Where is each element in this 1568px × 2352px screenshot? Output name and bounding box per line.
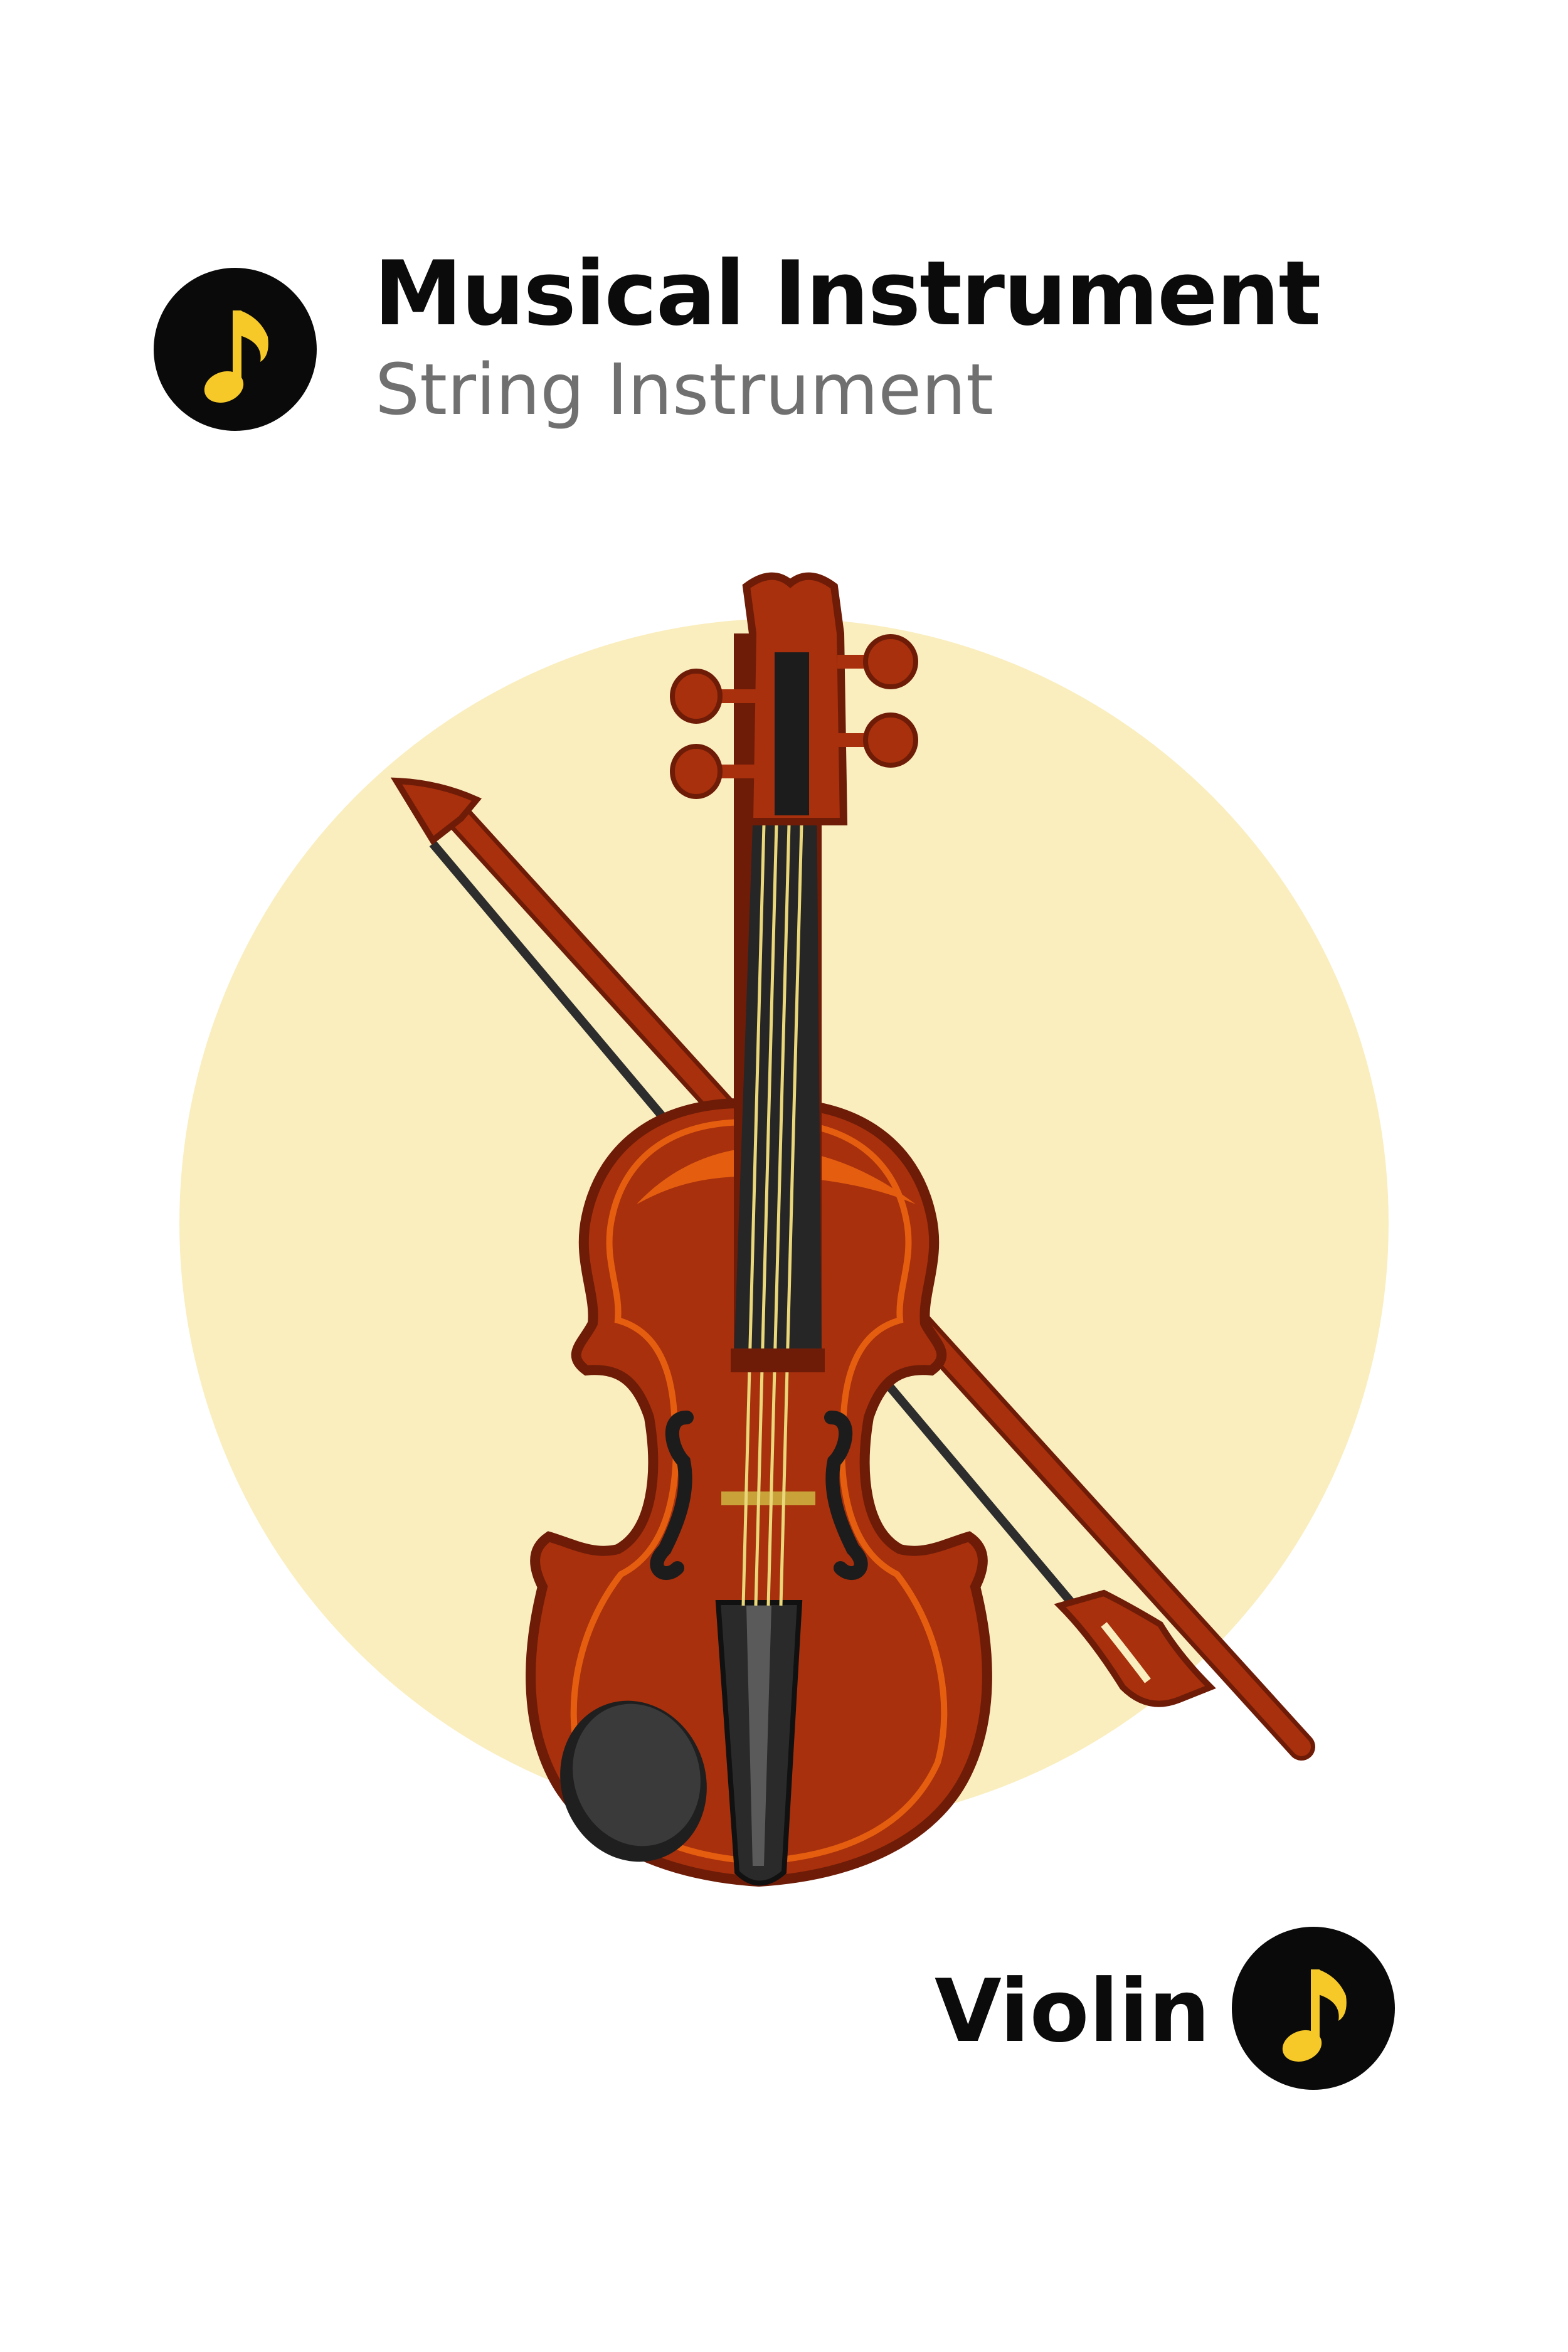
music-note-badge-top (154, 268, 317, 431)
music-note-icon (204, 310, 268, 403)
instrument-name: Violin (935, 1961, 1210, 2062)
music-note-badge-bottom (1232, 1927, 1395, 2090)
music-note-icon (1282, 1969, 1347, 2062)
page-title: Musical Instrument (374, 242, 1321, 346)
page-subtitle: String Instrument (375, 349, 994, 431)
